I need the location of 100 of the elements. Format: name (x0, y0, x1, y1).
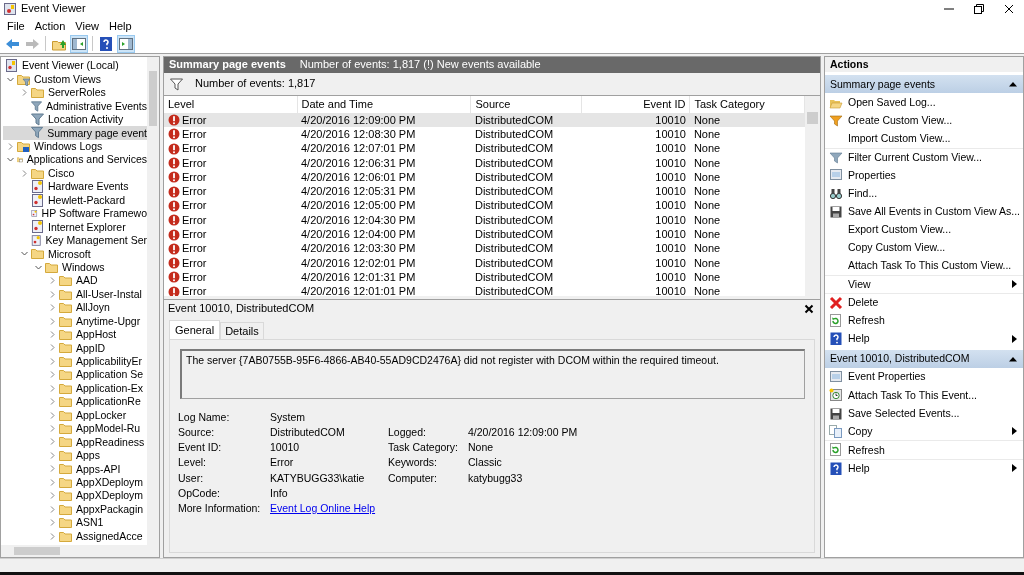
tree-item[interactable]: AppLocker (3, 408, 147, 422)
tree-label: Hardware Events (48, 180, 129, 193)
save-icon (829, 204, 843, 218)
vertical-scrollbar[interactable] (147, 57, 159, 545)
tree-item[interactable]: ASN1 (3, 515, 147, 530)
tree-item[interactable]: AAD (3, 274, 147, 288)
tree-item[interactable]: AppModel-Ru (3, 421, 147, 436)
action-label: Attach Task To This Custom View... (848, 259, 1013, 273)
menu-item[interactable]: Help (103, 19, 137, 33)
menu-item[interactable]: View (70, 19, 104, 33)
column-header[interactable]: Event ID (581, 96, 690, 113)
task-link[interactable]: Help (825, 458, 1023, 477)
tree-item[interactable]: Hardware Events (3, 179, 147, 194)
table-cell: 10010 (581, 127, 690, 142)
task-link[interactable]: Create Custom View... (825, 111, 1023, 130)
action-pane-button[interactable] (117, 34, 135, 53)
tree-item[interactable]: Custom Views (3, 72, 147, 86)
column-header[interactable]: Task Category (689, 96, 805, 113)
tab[interactable]: General (169, 320, 221, 341)
table-cell-text: 10010 (654, 213, 687, 228)
tree-item[interactable]: Anytime-Upgr (3, 314, 147, 328)
error-icon (168, 128, 180, 141)
tree-item[interactable]: Windows (3, 260, 147, 274)
menu-item[interactable]: File (2, 19, 30, 33)
tree-item[interactable]: ApplicabilityEr (3, 354, 147, 369)
tree-item[interactable]: Applications and Services (3, 153, 147, 167)
tree-item[interactable]: Hewlett-Packard (3, 193, 147, 207)
tree-item[interactable]: ServerRoles (3, 85, 147, 100)
tree-item[interactable]: AppXDeploym (3, 489, 147, 503)
table-row[interactable]: Error 4/20/2016 12:07:01 PM DistributedCOM 10010 None (164, 141, 805, 156)
task-link[interactable]: Copy Custom View... (825, 238, 1023, 257)
column-header[interactable]: Source (470, 96, 582, 113)
task-link[interactable]: Copy (825, 422, 1023, 441)
tree-item[interactable]: Apps (3, 448, 147, 463)
tree-item[interactable]: Summary page event (3, 126, 147, 140)
task-link[interactable]: Attach Task To This Custom View... (825, 256, 1023, 275)
section-header[interactable]: Event 10010, DistributedCOM (825, 349, 1023, 368)
task-link[interactable]: Help (825, 329, 1023, 348)
task-link[interactable]: Import Custom View... (825, 129, 1023, 148)
task-link[interactable]: Open Saved Log... (825, 93, 1023, 112)
tree-item[interactable]: AppxPackagin (3, 502, 147, 516)
actions-header: Actions (825, 57, 1023, 73)
task-link[interactable]: Refresh (825, 311, 1023, 330)
tree-item[interactable]: Cisco (3, 166, 147, 180)
task-link[interactable]: View (825, 274, 1023, 294)
folder-icon (59, 395, 72, 409)
task-link[interactable]: Properties (825, 165, 1023, 184)
table-row[interactable]: Error 4/20/2016 12:02:01 PM DistributedCOM 10010 None (164, 255, 805, 271)
help-link[interactable]: Event Log Online Help (270, 501, 376, 515)
tree-item[interactable]: AssignedAcce (3, 529, 147, 543)
table-row[interactable]: Error 4/20/2016 12:04:00 PM DistributedCOM 10010 None (164, 227, 805, 242)
tree-item[interactable]: HP Software Framewo (3, 206, 147, 221)
table-row[interactable]: Error 4/20/2016 12:06:01 PM DistributedCOM 10010 None (164, 170, 805, 185)
table-row[interactable]: Error 4/20/2016 12:04:30 PM DistributedCOM 10010 None (164, 213, 805, 228)
tree-item[interactable]: AppID (3, 341, 147, 355)
vertical-scrollbar[interactable] (805, 96, 820, 296)
table-row[interactable]: Error 4/20/2016 12:08:30 PM DistributedCOM 10010 None (164, 127, 805, 142)
task-link[interactable]: Event Properties (825, 367, 1023, 386)
table-row[interactable]: Error 4/20/2016 12:05:31 PM DistributedCOM 10010 None (164, 184, 805, 199)
tree-item[interactable]: AppReadiness (3, 435, 147, 449)
task-link[interactable]: Export Custom View... (825, 220, 1023, 239)
tree-item[interactable]: Internet Explorer (3, 220, 147, 234)
tree-item[interactable]: Microsoft (3, 247, 147, 261)
tree-item[interactable]: Windows Logs (3, 139, 147, 154)
table-row[interactable]: Error 4/20/2016 12:05:00 PM DistributedCOM 10010 None (164, 198, 805, 214)
message-field[interactable]: The server {7AB0755B-95F6-4866-AB40-55AD9CD2476A} did not register with DCOM within the required timeout. (180, 349, 805, 400)
horizontal-scrollbar[interactable] (1, 545, 159, 557)
tab[interactable]: Details (220, 322, 264, 341)
menu-item[interactable]: Action (29, 19, 71, 33)
task-link[interactable]: Refresh (825, 440, 1023, 459)
tree-item[interactable]: Event Viewer (Local) (3, 59, 147, 73)
tree-item[interactable]: Application-Ex (3, 381, 147, 395)
task-link[interactable]: Save Selected Events... (825, 404, 1023, 423)
task-link[interactable]: Filter Current Custom View... (825, 147, 1023, 166)
tree-item[interactable]: Application Se (3, 368, 147, 382)
column-header[interactable]: Level (164, 96, 297, 113)
console-tree-icon (71, 35, 87, 52)
section-header[interactable]: Summary page events (825, 75, 1023, 93)
folder-icon (45, 260, 58, 274)
tree-item[interactable]: Administrative Events (3, 99, 147, 113)
task-link[interactable]: Delete (825, 293, 1023, 312)
table-row[interactable]: Error 4/20/2016 12:01:31 PM DistributedCOM 10010 None (164, 270, 805, 285)
tree-item[interactable]: AppHost (3, 327, 147, 342)
task-link[interactable]: Attach Task To This Event... (825, 385, 1023, 404)
table-row[interactable]: Error 4/20/2016 12:06:31 PM DistributedCOM 10010 None (164, 155, 805, 171)
tree-item[interactable]: ApplicationRe (3, 394, 147, 409)
console-tree-button[interactable] (70, 34, 88, 53)
tree-item[interactable]: Key Management Ser (3, 233, 147, 248)
tree-item[interactable]: Location Activity (3, 112, 147, 127)
action-label: Save Selected Events... (848, 406, 961, 420)
column-header[interactable]: Date and Time (297, 96, 471, 113)
tree-item[interactable]: All-User-Instal (3, 287, 147, 301)
table-cell-text: 10010 (654, 198, 687, 214)
table-row[interactable]: Error 4/20/2016 12:03:30 PM DistributedCOM 10010 None (164, 241, 805, 256)
help-button[interactable] (97, 34, 115, 53)
task-link[interactable]: Save All Events in Custom View As... (825, 202, 1023, 221)
task-link[interactable]: Find... (825, 183, 1023, 203)
tree-item[interactable]: AppXDeploym (3, 475, 147, 489)
tree-item[interactable]: Apps-API (3, 462, 147, 476)
tree-item[interactable]: AllJoyn (3, 300, 147, 315)
